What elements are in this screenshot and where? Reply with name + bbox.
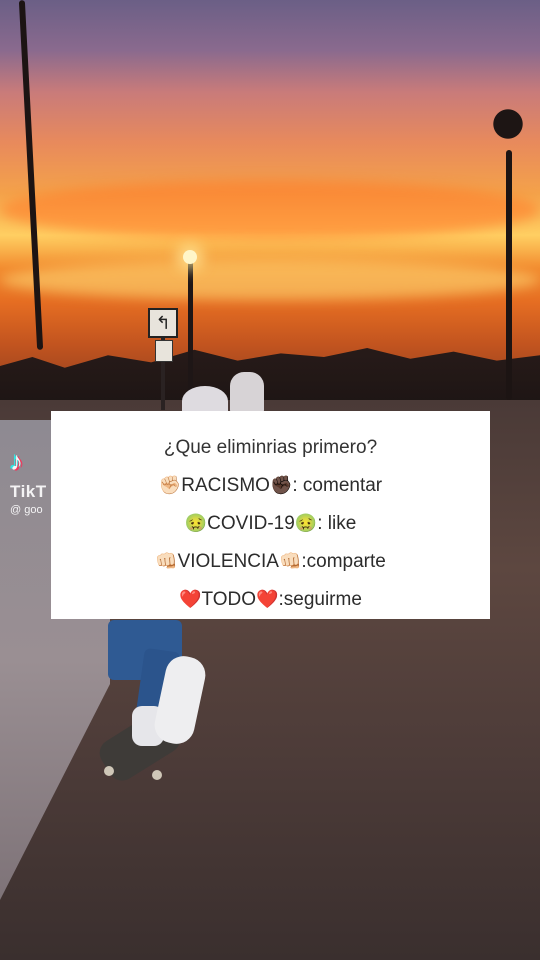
turn-sign-icon: ↰	[148, 308, 178, 338]
option-label: VIOLENCIA	[177, 551, 279, 572]
option-action: : like	[317, 513, 357, 534]
skateboard-wheel	[152, 770, 162, 780]
red-heart-icon: ❤️	[179, 589, 202, 610]
skateboard-wheel	[104, 766, 114, 776]
option-label: TODO	[201, 589, 257, 610]
red-heart-icon: ❤️	[256, 589, 279, 610]
nauseated-face-icon: 🤢	[294, 513, 318, 534]
cloud-band	[0, 260, 540, 300]
street-lamp-light	[183, 250, 197, 264]
poll-option-violencia: 👊🏻VIOLENCIA👊🏻:comparte	[51, 543, 490, 581]
option-action: :comparte	[301, 551, 386, 572]
street-lamp-post	[188, 260, 193, 400]
poll-card: ¿Que eliminrias primero? ✊🏻RACISMO✊🏿: co…	[51, 411, 490, 619]
oncoming-fist-icon: 👊🏻	[155, 551, 178, 572]
option-action: : comentar	[292, 475, 383, 496]
parking-sign	[155, 340, 173, 362]
raised-fist-light-icon: ✊🏻	[158, 475, 182, 496]
raised-fist-dark-icon: ✊🏿	[269, 475, 293, 496]
option-label: COVID-19	[207, 513, 295, 534]
palm-tree-trunk	[506, 150, 512, 400]
poll-option-todo: ❤️TODO❤️:seguirme	[51, 581, 490, 619]
oncoming-fist-icon: 👊🏻	[278, 551, 302, 572]
watermark-brand: TikT	[10, 482, 47, 501]
palm-tree-crown	[476, 100, 540, 160]
building-dome	[230, 372, 264, 412]
poll-question: ¿Que eliminrias primero?	[163, 437, 378, 458]
poll-option-racismo: ✊🏻RACISMO✊🏿: comentar	[51, 467, 490, 505]
option-action: :seguirme	[278, 589, 362, 610]
watermark-handle: @ goo	[10, 504, 43, 516]
option-label: RACISMO	[181, 475, 270, 496]
nauseated-face-icon: 🤢	[184, 513, 208, 534]
cloud-band	[0, 180, 540, 240]
tiktok-watermark: ♪ TikT @ goo	[10, 448, 47, 516]
poll-option-covid: 🤢COVID-19🤢: like	[51, 505, 490, 543]
tiktok-logo-icon: ♪	[10, 446, 23, 476]
